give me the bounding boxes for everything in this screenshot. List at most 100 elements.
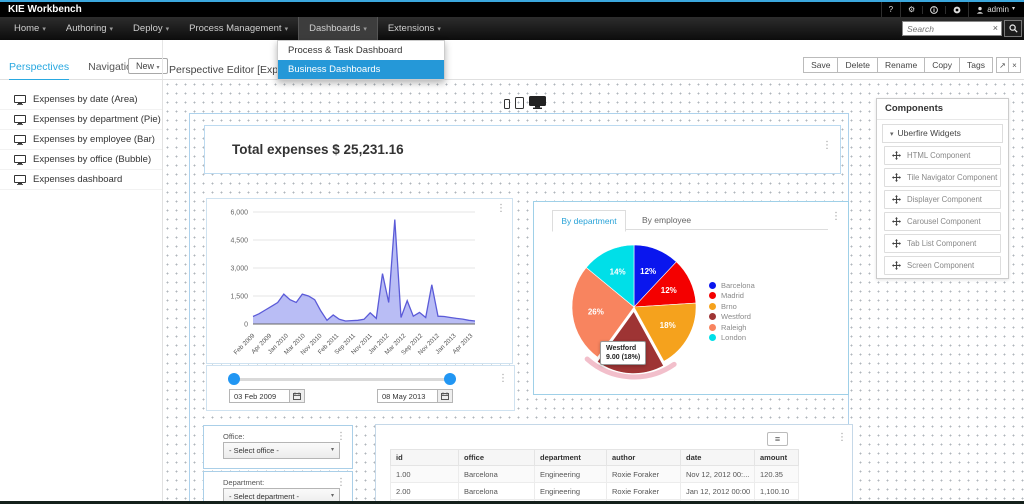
settings-gear-icon[interactable]: ⚙ (900, 2, 922, 17)
sidebar-item-expenses-by-date-area[interactable]: Expenses by date (Area) (0, 90, 162, 110)
rename-button[interactable]: Rename (877, 57, 925, 73)
main-nav-bar: Home▾Authoring▾Deploy▾Process Management… (0, 17, 1024, 40)
column-header-department[interactable]: department (535, 450, 607, 466)
legend-item-london: London (709, 333, 755, 344)
menu-item-business-dashboards[interactable]: Business Dashboards (278, 60, 444, 79)
component-html-component[interactable]: HTML Component (884, 146, 1001, 165)
user-menu[interactable]: admin ▾ (968, 2, 1022, 17)
dashboards-dropdown-menu: Process & Task DashboardBusiness Dashboa… (277, 40, 445, 80)
desktop-preview-icon[interactable] (529, 96, 546, 109)
legend-swatch (709, 292, 716, 299)
svg-text:1,500: 1,500 (230, 294, 248, 301)
pie-tab-by-department[interactable]: By department (552, 210, 626, 232)
calendar-icon[interactable] (438, 389, 453, 403)
phone-preview-icon[interactable] (504, 99, 510, 109)
column-header-amount[interactable]: amount (755, 450, 799, 466)
svg-text:12%: 12% (640, 267, 656, 276)
tab-perspectives[interactable]: Perspectives (9, 61, 69, 81)
column-header-date[interactable]: date (681, 450, 755, 466)
expenses-table[interactable]: idofficedepartmentauthordateamount1.00Ba… (390, 449, 799, 504)
move-icon (892, 195, 901, 204)
legend-swatch (709, 324, 716, 331)
save-button[interactable]: Save (803, 57, 838, 73)
component-displayer-component[interactable]: Displayer Component (884, 190, 1001, 209)
office-select[interactable]: - Select office - ▾ (223, 442, 340, 459)
table-row[interactable]: 1.00BarcelonaEngineeringRoxie ForakerNov… (391, 466, 799, 483)
uberfire-widgets-group[interactable]: ▾Uberfire Widgets (882, 124, 1003, 143)
date-to-input[interactable] (377, 389, 438, 403)
svg-text:0: 0 (244, 322, 248, 329)
delete-button[interactable]: Delete (837, 57, 878, 73)
clear-search-icon[interactable]: × (993, 21, 998, 36)
table-row[interactable]: 2.00BarcelonaEngineeringRoxie ForakerJan… (391, 483, 799, 500)
chevron-down-icon: ▾ (890, 131, 894, 138)
svg-text:4,500: 4,500 (230, 238, 248, 245)
kebab-menu-icon[interactable]: ⋮ (336, 478, 346, 488)
move-icon (892, 239, 901, 248)
component-carousel-component[interactable]: Carousel Component (884, 212, 1001, 231)
svg-text:26%: 26% (588, 307, 604, 316)
calendar-icon[interactable] (290, 389, 305, 403)
sidebar-item-expenses-by-department-pie[interactable]: Expenses by department (Pie) (0, 110, 162, 130)
pie-tooltip: Westford 9.00 (18%) (600, 341, 646, 365)
column-header-id[interactable]: id (391, 450, 459, 466)
components-panel-title: Components (877, 99, 1008, 120)
office-filter-label: Office: (223, 432, 245, 441)
close-icon[interactable]: × (1008, 57, 1021, 73)
date-slider-handle-start[interactable] (228, 373, 240, 385)
tags-button[interactable]: Tags (959, 57, 993, 73)
column-header-office[interactable]: office (459, 450, 535, 466)
component-screen-component[interactable]: Screen Component (884, 256, 1001, 275)
component-tab-list-component[interactable]: Tab List Component (884, 234, 1001, 253)
apps-icon[interactable] (945, 6, 968, 14)
kie-workbench-screen: KIE Workbench ? ⚙ admin ▾ Home▾Authoring… (0, 0, 1024, 504)
search-button[interactable] (1004, 20, 1022, 37)
help-icon[interactable]: ? (881, 2, 900, 17)
nav-item-extensions[interactable]: Extensions▾ (378, 17, 451, 40)
monitor-icon (14, 155, 26, 165)
perspective-editor-title: Perspective Editor [Expen (169, 64, 290, 76)
legend-swatch (709, 303, 716, 310)
sidebar-item-expenses-dashboard[interactable]: Expenses dashboard (0, 170, 162, 190)
kebab-menu-icon[interactable]: ⋮ (822, 141, 832, 151)
nav-item-dashboards[interactable]: Dashboards▾ (298, 17, 378, 40)
total-expenses-card[interactable]: Total expenses $ 25,231.16 ⋮ (204, 125, 841, 174)
date-range-filter-card: ⋮ (206, 365, 515, 411)
search-icon (1009, 24, 1018, 33)
nav-item-authoring[interactable]: Authoring▾ (56, 17, 123, 40)
menu-item-process-task-dashboard[interactable]: Process & Task Dashboard (278, 41, 444, 60)
perspective-canvas: Total expenses $ 25,231.16 ⋮ 01,5003,000… (163, 80, 1024, 504)
kebab-menu-icon[interactable]: ⋮ (336, 432, 346, 442)
column-header-author[interactable]: author (607, 450, 681, 466)
sidebar-item-expenses-by-office-bubble[interactable]: Expenses by office (Bubble) (0, 150, 162, 170)
tooltip-title: Westford (606, 344, 640, 353)
date-slider-track[interactable] (232, 378, 456, 381)
app-title: KIE Workbench (8, 2, 82, 17)
department-filter-card: Department: - Select department - ▾ ⋮ (203, 471, 353, 504)
date-slider-handle-end[interactable] (444, 373, 456, 385)
kebab-menu-icon[interactable]: ⋮ (496, 204, 506, 214)
expenses-table-card: ≡ ⋮ idofficedepartmentauthordateamount1.… (375, 424, 853, 504)
date-from-input[interactable] (229, 389, 290, 403)
office-filter-card: Office: - Select office - ▾ ⋮ (203, 425, 353, 469)
table-view-list-icon[interactable]: ≡ (767, 432, 788, 446)
monitor-icon (14, 175, 26, 185)
copy-button[interactable]: Copy (924, 57, 960, 73)
svg-text:14%: 14% (610, 268, 626, 277)
legend-item-madrid: Madrid (709, 291, 755, 302)
search-input[interactable] (902, 21, 1002, 36)
chevron-down-icon: ▾ (157, 65, 160, 71)
component-tile-navigator-component[interactable]: Tile Navigator Component (884, 168, 1001, 187)
tablet-preview-icon[interactable] (515, 97, 524, 109)
user-name: admin (987, 2, 1009, 17)
kebab-menu-icon[interactable]: ⋮ (498, 374, 508, 384)
monitor-icon (14, 135, 26, 145)
sidebar-item-expenses-by-employee-bar[interactable]: Expenses by employee (Bar) (0, 130, 162, 150)
nav-item-deploy[interactable]: Deploy▾ (123, 17, 179, 40)
move-icon (892, 151, 901, 160)
nav-item-home[interactable]: Home▾ (4, 17, 56, 40)
expenses-by-date-area-chart-card[interactable]: 01,5003,0004,5006,000Feb 2009Apr 2009Jan… (206, 198, 513, 364)
nav-item-process-management[interactable]: Process Management▾ (179, 17, 298, 40)
kebab-menu-icon[interactable]: ⋮ (837, 433, 847, 443)
about-icon[interactable] (922, 6, 945, 14)
